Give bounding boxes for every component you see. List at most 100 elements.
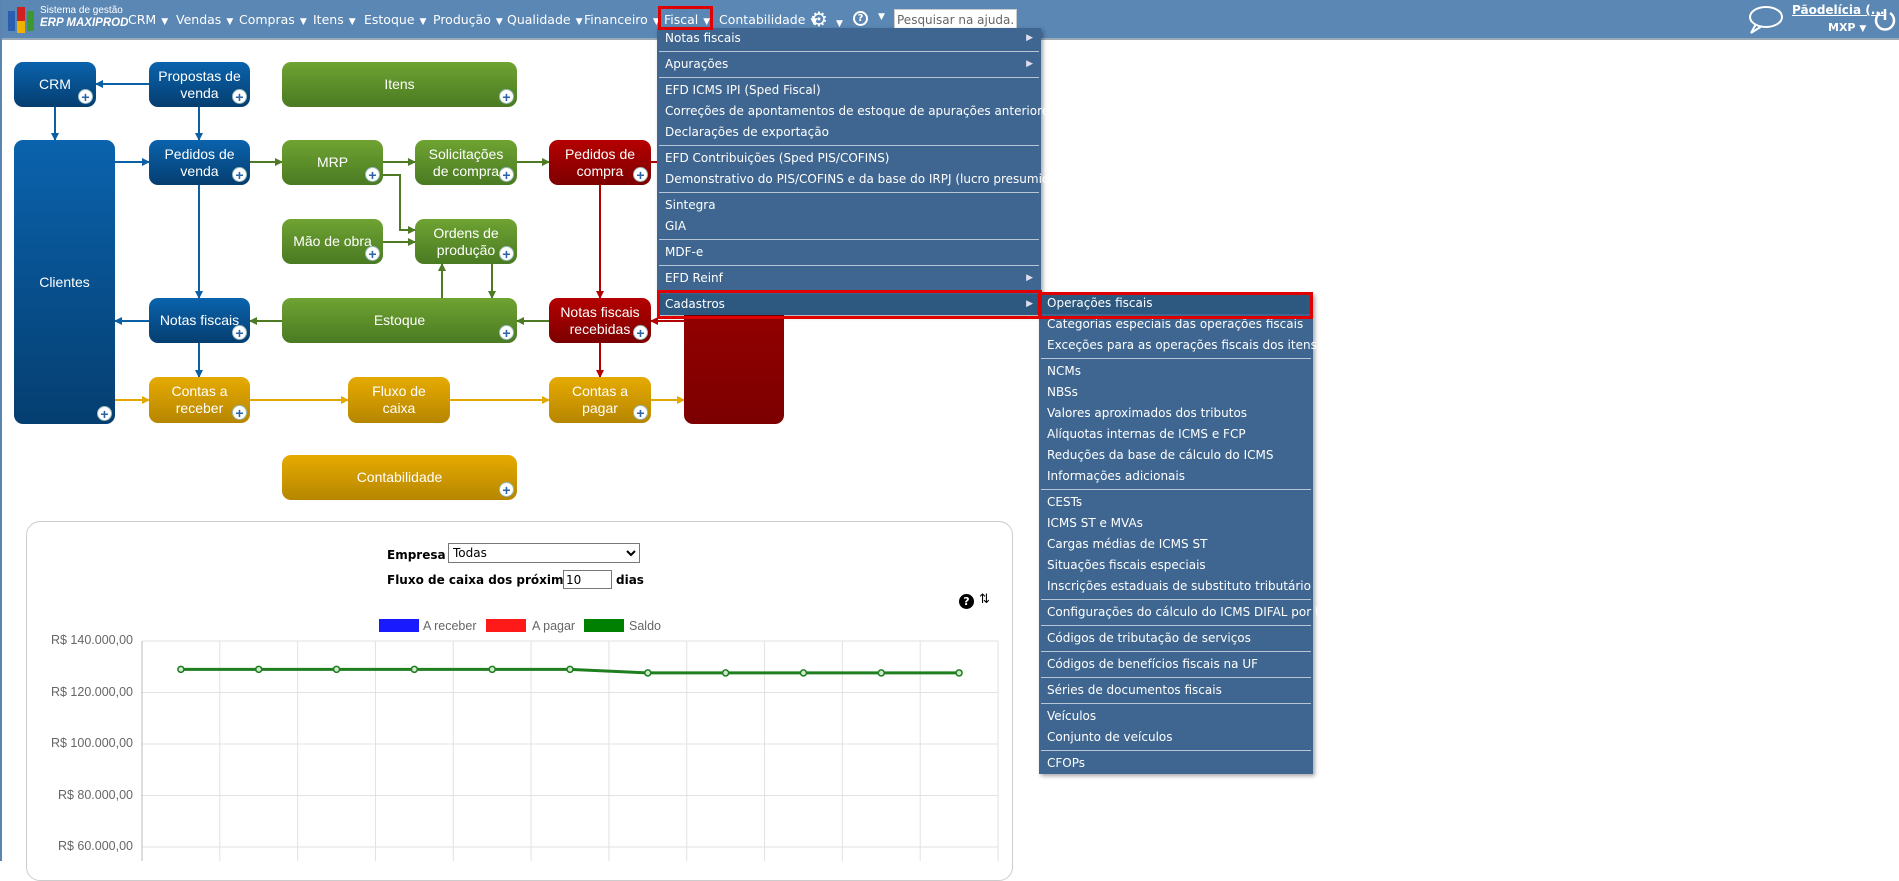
- menu-item-label: Inscrições estaduais de substituto tribu…: [1047, 579, 1311, 593]
- menu-item-aliquotas-internas-de-icms-e-fcp[interactable]: Alíquotas internas de ICMS e FCP: [1041, 424, 1311, 445]
- menu-item-label: Conjunto de veículos: [1047, 730, 1173, 744]
- menu-item-label: NCMs: [1047, 364, 1081, 378]
- menu-item-conjunto-de-veiculos[interactable]: Conjunto de veículos: [1041, 727, 1311, 748]
- menu-item-inscricoes-estaduais-de-substituto-tributario[interactable]: Inscrições estaduais de substituto tribu…: [1041, 576, 1311, 597]
- menu-item-label: Sintegra: [665, 198, 716, 212]
- menu-item-reducoes-da-base-de-calculo-do-icms[interactable]: Reduções da base de cálculo do ICMS: [1041, 445, 1311, 466]
- saldo-data-point[interactable]: [877, 669, 886, 677]
- menu-item-label: Séries de documentos fiscais: [1047, 683, 1222, 697]
- menu-item-label: Alíquotas internas de ICMS e FCP: [1047, 427, 1246, 441]
- menu-separator: [659, 239, 1039, 240]
- menu-item-cests[interactable]: CESTs: [1041, 492, 1311, 513]
- menu-item-icms-st-e-mvas[interactable]: ICMS ST e MVAs: [1041, 513, 1311, 534]
- menu-item-label: Categorias especiais das operações fisca…: [1047, 317, 1304, 331]
- menu-item-demonstrativo-do-pis-cofins-e-da-base-do-irpj-lucro-presumido[interactable]: Demonstrativo do PIS/COFINS e da base do…: [659, 169, 1062, 190]
- menu-item-label: Apurações: [665, 57, 729, 71]
- menu-item-label: Configurações do cálculo do ICMS DIFAL p…: [1047, 605, 1331, 619]
- saldo-data-point[interactable]: [566, 665, 574, 674]
- saldo-data-point[interactable]: [644, 669, 652, 677]
- menu-separator: [1041, 677, 1311, 678]
- menu-item-label: ICMS ST e MVAs: [1047, 516, 1143, 530]
- menu-separator: [1041, 358, 1311, 359]
- menu-item-situacoes-fiscais-especiais[interactable]: Situações fiscais especiais: [1041, 555, 1311, 576]
- menu-item-configuracoes-do-calculo-do-icms-difal-por-uf[interactable]: Configurações do cálculo do ICMS DIFAL p…: [1041, 602, 1331, 623]
- menu-item-label: Códigos de benefícios fiscais na UF: [1047, 657, 1259, 671]
- menu-item-veiculos[interactable]: Veículos: [1041, 706, 1311, 727]
- menu-item-label: Cargas médias de ICMS ST: [1047, 537, 1208, 551]
- menu-item-sintegra[interactable]: Sintegra: [659, 195, 1039, 216]
- saldo-data-point[interactable]: [177, 665, 185, 674]
- power-logout-icon[interactable]: [1873, 7, 1897, 33]
- menu-item-categorias-especiais-das-operacoes-fiscais[interactable]: Categorias especiais das operações fisca…: [1041, 314, 1311, 335]
- menu-item-efd-reinf[interactable]: EFD Reinf ▶: [659, 268, 1039, 289]
- menu-item-excecoes-para-as-operacoes-fiscais-dos-itens[interactable]: Exceções para as operações fiscais dos i…: [1041, 335, 1317, 356]
- menu-item-nbss[interactable]: NBSs: [1041, 382, 1311, 403]
- menu-separator: [659, 51, 1039, 52]
- menu-item-label: NBSs: [1047, 385, 1078, 399]
- menu-separator: [1041, 750, 1311, 751]
- menu-item-label: Correções de apontamentos de estoque de …: [665, 104, 1056, 118]
- chevron-right-icon: ▶: [1026, 59, 1033, 69]
- menu-item-efd-icms-ipi-sped-fiscal[interactable]: EFD ICMS IPI (Sped Fiscal): [659, 80, 1039, 101]
- menu-item-codigos-de-beneficios-fiscais-na-uf[interactable]: Códigos de benefícios fiscais na UF: [1041, 654, 1311, 675]
- menu-item-valores-aproximados-dos-tributos[interactable]: Valores aproximados dos tributos: [1041, 403, 1311, 424]
- menu-item-label: EFD ICMS IPI (Sped Fiscal): [665, 83, 821, 97]
- menu-separator: [1041, 489, 1311, 490]
- saldo-data-point[interactable]: [799, 669, 808, 677]
- menu-separator: [659, 145, 1039, 146]
- menu-item-label: CFOPs: [1047, 756, 1086, 770]
- menu-separator: [1041, 703, 1311, 704]
- menu-item-label: Cadastros: [665, 297, 725, 311]
- menu-item-label: Informações adicionais: [1047, 469, 1185, 483]
- chevron-right-icon: ▶: [1026, 299, 1033, 309]
- saldo-data-point[interactable]: [410, 665, 419, 674]
- menu-separator: [1041, 651, 1311, 652]
- menu-item-declaracoes-de-exportacao[interactable]: Declarações de exportação: [659, 122, 1039, 143]
- menu-item-operacoes-fiscais[interactable]: Operações fiscais: [1041, 293, 1311, 314]
- chat-bubble-icon[interactable]: [1746, 4, 1784, 36]
- menu-separator: [659, 77, 1039, 78]
- menu-item-mdf-e[interactable]: MDF-e: [659, 242, 1039, 263]
- menu-item-gia[interactable]: GIA: [659, 216, 1039, 237]
- saldo-data-point[interactable]: [254, 665, 263, 674]
- menu-item-label: CESTs: [1047, 495, 1083, 509]
- menu-item-label: Situações fiscais especiais: [1047, 558, 1206, 572]
- cadastros-submenu: Operações fiscais Categorias especiais da…: [1039, 293, 1331, 774]
- menu-item-label: Valores aproximados dos tributos: [1047, 406, 1248, 420]
- saldo-data-point[interactable]: [332, 665, 341, 674]
- menu-item-series-de-documentos-fiscais[interactable]: Séries de documentos fiscais: [1041, 680, 1311, 701]
- menu-item-label: EFD Contribuições (Sped PIS/COFINS): [665, 151, 890, 165]
- menu-item-label: EFD Reinf: [665, 271, 723, 285]
- menu-item-label: Reduções da base de cálculo do ICMS: [1047, 448, 1274, 462]
- menu-item-label: Notas fiscais: [665, 31, 741, 45]
- menu-item-label: Veículos: [1047, 709, 1097, 723]
- menu-item-informacoes-adicionais[interactable]: Informações adicionais: [1041, 466, 1311, 487]
- fiscal-dropdown-menu: Notas fiscais ▶ Apurações ▶ EFD ICMS IPI (Sp…: [657, 28, 1062, 315]
- menu-item-cadastros[interactable]: Cadastros ▶: [659, 294, 1039, 315]
- menu-item-label: MDF-e: [665, 245, 704, 259]
- company-selector[interactable]: MXP ▼: [1828, 21, 1866, 34]
- menu-item-codigos-de-tributacao-de-servicos[interactable]: Códigos de tributação de serviços: [1041, 628, 1311, 649]
- menu-item-label: Demonstrativo do PIS/COFINS e da base do…: [665, 172, 1062, 186]
- saldo-data-point[interactable]: [955, 669, 963, 677]
- user-account-link[interactable]: Pãodelícia (...: [1792, 3, 1884, 17]
- saldo-data-point[interactable]: [721, 669, 730, 677]
- menu-separator: [659, 192, 1039, 193]
- saldo-data-point[interactable]: [488, 665, 496, 674]
- chevron-right-icon: ▶: [1026, 273, 1033, 283]
- menu-item-label: Exceções para as operações fiscais dos i…: [1047, 338, 1317, 352]
- menu-separator: [659, 265, 1039, 266]
- menu-item-efd-contribuicoes-sped-pis-cofins[interactable]: EFD Contribuições (Sped PIS/COFINS): [659, 148, 1039, 169]
- company-label: MXP: [1828, 21, 1856, 34]
- menu-item-label: GIA: [665, 219, 687, 233]
- menu-item-correcoes-de-apontamentos-de-estoque-de-apuracoes-anteriores[interactable]: Correções de apontamentos de estoque de …: [659, 101, 1055, 122]
- menu-item-apuracoes[interactable]: Apurações ▶: [659, 54, 1039, 75]
- menu-separator: [1041, 599, 1311, 600]
- menu-item-ncms[interactable]: NCMs: [1041, 361, 1311, 382]
- menu-item-label: Códigos de tributação de serviços: [1047, 631, 1251, 645]
- menu-item-cfops[interactable]: CFOPs: [1041, 753, 1311, 774]
- menu-separator: [1041, 625, 1311, 626]
- menu-item-label: Operações fiscais: [1047, 296, 1153, 310]
- menu-item-cargas-medias-de-icms-st[interactable]: Cargas médias de ICMS ST: [1041, 534, 1311, 555]
- menu-item-notas-fiscais[interactable]: Notas fiscais ▶: [659, 28, 1039, 49]
